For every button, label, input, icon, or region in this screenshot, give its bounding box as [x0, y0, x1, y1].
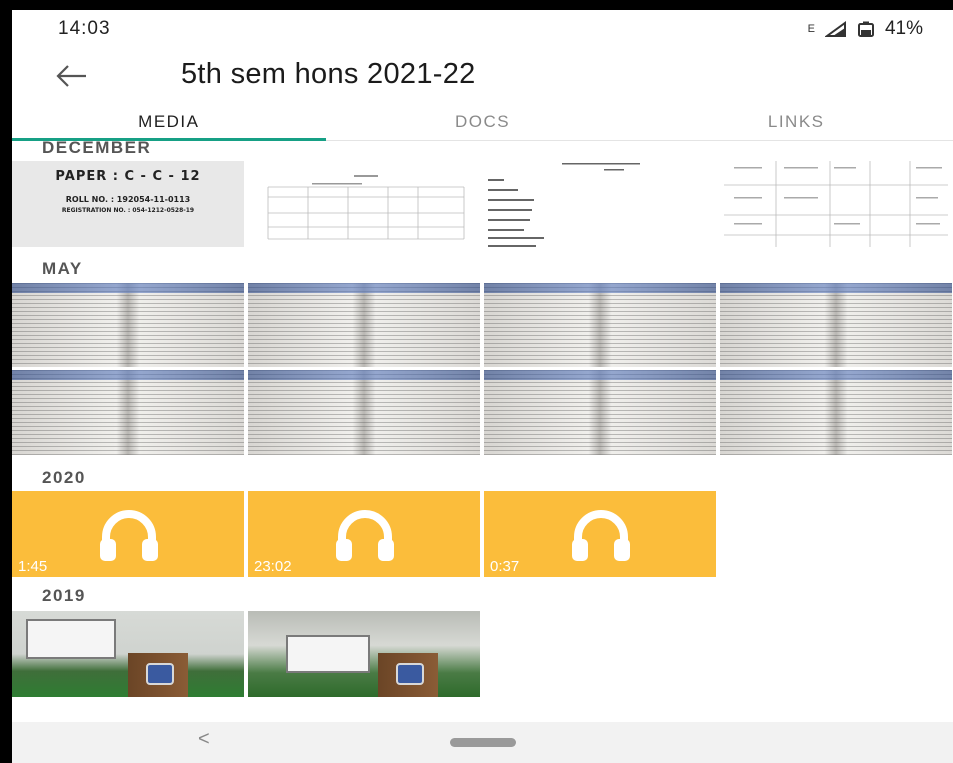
title-bar: 5th sem hons 2021-22 — [12, 46, 953, 106]
projector-screen — [286, 635, 370, 673]
audio-duration: 1:45 — [18, 558, 48, 575]
audio-tile-3[interactable]: 0:37 — [484, 491, 716, 577]
status-time: 14:03 — [58, 18, 111, 39]
phone-screen: 14:03 E 41% 5th sem hons 2021-22 MEDIA D… — [12, 10, 953, 763]
section-label-december: DECEMBER — [42, 138, 152, 157]
headphones-icon — [100, 510, 158, 561]
headphones-icon — [572, 510, 630, 561]
podium-seal — [396, 663, 424, 685]
battery-percent: 41% — [884, 18, 923, 39]
media-thumb-book-1[interactable] — [12, 283, 244, 367]
list-document-preview — [488, 163, 640, 247]
network-type-label: E — [807, 23, 815, 35]
signal-icon — [824, 21, 846, 37]
paper-roll-text: ROLL NO. : 192054-11-0113 — [65, 195, 191, 204]
media-thumb-photo-1[interactable] — [12, 611, 244, 697]
podium-seal — [146, 663, 174, 685]
section-label-2020: 2020 — [42, 468, 86, 487]
battery-icon — [857, 21, 874, 37]
podium — [378, 653, 438, 697]
section-label-2019: 2019 — [42, 586, 86, 605]
section-label-may: MAY — [42, 259, 83, 278]
podium — [128, 653, 188, 697]
table-document-preview — [267, 175, 465, 240]
tab-docs[interactable]: DOCS — [326, 106, 640, 140]
media-thumb-paper-cover[interactable]: PAPER : C - C - 12 ROLL NO. : 192054-11-… — [12, 161, 244, 247]
media-thumb-book-8[interactable] — [720, 370, 952, 455]
audio-duration: 0:37 — [490, 558, 520, 575]
audio-tile-2[interactable]: 23:02 — [248, 491, 480, 577]
media-thumb-book-2[interactable] — [248, 283, 480, 367]
media-thumb-photo-2[interactable] — [248, 611, 480, 697]
tab-links[interactable]: LINKS — [639, 106, 953, 140]
arrow-left-icon — [56, 65, 86, 87]
media-thumb-book-6[interactable] — [248, 370, 480, 455]
audio-duration: 23:02 — [254, 558, 292, 575]
page-title: 5th sem hons 2021-22 — [181, 58, 476, 90]
nav-back-button[interactable]: < — [198, 728, 210, 751]
status-bar: 14:03 E 41% — [12, 10, 953, 46]
media-thumb-list-doc[interactable] — [484, 161, 716, 247]
paper-registration-text: REGISTRATION NO. : 054-1212-0528-19 — [61, 207, 195, 214]
nav-home-pill[interactable] — [450, 738, 516, 747]
media-thumb-book-4[interactable] — [720, 283, 952, 367]
system-nav-bar: < — [12, 722, 953, 763]
media-thumb-table-doc[interactable] — [248, 161, 480, 247]
table-document-preview-2 — [724, 161, 948, 247]
media-thumb-book-7[interactable] — [484, 370, 716, 455]
tab-bar: MEDIA DOCS LINKS — [12, 106, 953, 141]
headphones-icon — [336, 510, 394, 561]
audio-tile-1[interactable]: 1:45 — [12, 491, 244, 577]
media-thumb-table-doc-2[interactable] — [720, 161, 952, 247]
paper-title-text: PAPER : C - C - 12 — [55, 169, 201, 184]
projector-screen — [26, 619, 116, 659]
back-button[interactable] — [52, 58, 92, 94]
media-thumb-book-3[interactable] — [484, 283, 716, 367]
tab-media[interactable]: MEDIA — [12, 106, 326, 141]
status-icons: E 41% — [808, 18, 923, 40]
media-thumb-book-5[interactable] — [12, 370, 244, 455]
